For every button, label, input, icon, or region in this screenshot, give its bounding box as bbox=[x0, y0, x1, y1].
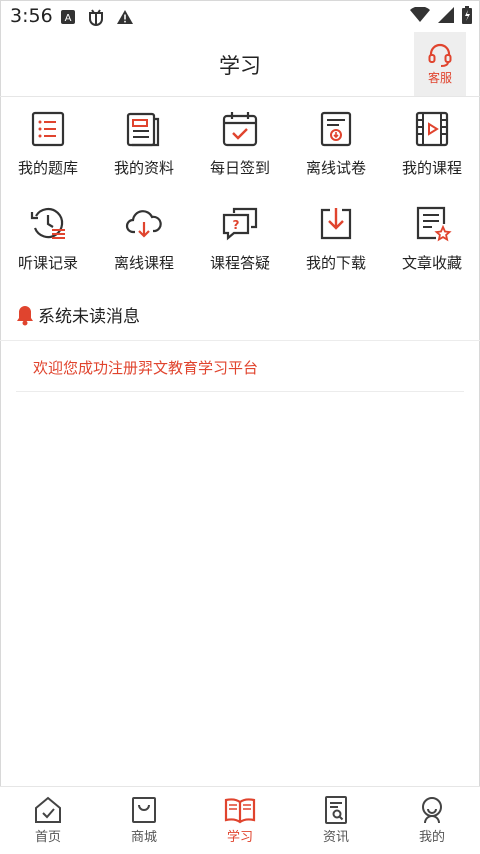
tab-shop[interactable]: 商城 bbox=[96, 787, 192, 854]
materials-icon bbox=[126, 112, 160, 147]
svg-text:?: ? bbox=[233, 218, 240, 232]
headset-icon bbox=[428, 43, 452, 67]
grid-label: 课程答疑 bbox=[209, 254, 270, 272]
grid-item-course-qa[interactable]: ? 课程答疑 bbox=[192, 192, 288, 287]
customer-service-button[interactable]: 客服 bbox=[414, 32, 466, 96]
grid-label: 离线试卷 bbox=[305, 159, 366, 177]
unread-messages-header: 系统未读消息 bbox=[0, 298, 480, 341]
bottom-tab-bar: 首页 商城 学习 资讯 我的 bbox=[0, 786, 480, 854]
calendar-check-icon bbox=[222, 112, 258, 147]
app-header: 学习 客服 bbox=[0, 32, 480, 97]
message-text: 欢迎您成功注册羿文教育学习平台 bbox=[33, 359, 259, 377]
status-time: 3:56 bbox=[10, 5, 53, 27]
bell-icon bbox=[17, 306, 33, 326]
cloud-download-icon bbox=[125, 210, 162, 238]
tab-label: 我的 bbox=[418, 830, 445, 845]
tab-news[interactable]: 资讯 bbox=[288, 787, 384, 854]
grid-label: 听课记录 bbox=[17, 254, 78, 272]
study-function-grid: 我的题库 我的资料 每日签到 离线试卷 我的课程 听课记录 离线课程 ? 课程答… bbox=[0, 97, 480, 287]
tab-home[interactable]: 首页 bbox=[0, 787, 96, 854]
unread-messages-title: 系统未读消息 bbox=[38, 307, 140, 327]
wifi-icon bbox=[410, 7, 430, 22]
svg-text:A: A bbox=[65, 13, 72, 24]
grid-item-offline-courses[interactable]: 离线课程 bbox=[96, 192, 192, 287]
tab-study[interactable]: 学习 bbox=[192, 787, 288, 854]
grid-label: 每日签到 bbox=[209, 159, 270, 177]
history-icon bbox=[30, 207, 65, 239]
grid-label: 我的下载 bbox=[305, 254, 366, 272]
grid-item-materials[interactable]: 我的资料 bbox=[96, 97, 192, 192]
qa-chat-icon: ? bbox=[222, 207, 258, 241]
message-list-item[interactable]: 欢迎您成功注册羿文教育学习平台 bbox=[16, 341, 464, 392]
tab-label: 资讯 bbox=[322, 830, 349, 845]
bug-icon bbox=[89, 9, 103, 26]
grid-item-question-bank[interactable]: 我的题库 bbox=[0, 97, 96, 192]
home-icon bbox=[35, 796, 61, 823]
tab-label: 商城 bbox=[130, 830, 157, 845]
grid-item-listening-history[interactable]: 听课记录 bbox=[0, 192, 96, 287]
grid-item-daily-checkin[interactable]: 每日签到 bbox=[192, 97, 288, 192]
grid-label: 我的题库 bbox=[17, 159, 78, 177]
grid-item-offline-paper[interactable]: 离线试卷 bbox=[288, 97, 384, 192]
profile-icon bbox=[422, 797, 442, 824]
grid-label: 文章收藏 bbox=[401, 254, 462, 272]
offline-paper-icon bbox=[320, 111, 352, 147]
tab-label: 学习 bbox=[226, 830, 253, 845]
page-title: 学习 bbox=[219, 54, 261, 78]
shop-bag-icon bbox=[132, 797, 156, 823]
warning-icon bbox=[117, 10, 133, 24]
grid-label: 离线课程 bbox=[113, 254, 174, 272]
a-icon: A bbox=[61, 10, 75, 24]
customer-service-label: 客服 bbox=[427, 71, 452, 85]
tab-label: 首页 bbox=[34, 830, 61, 845]
question-bank-icon bbox=[31, 111, 65, 147]
grid-label: 我的课程 bbox=[401, 159, 462, 177]
battery-icon bbox=[462, 6, 472, 24]
download-icon bbox=[320, 208, 352, 240]
tab-profile[interactable]: 我的 bbox=[384, 787, 480, 854]
signal-icon bbox=[438, 7, 454, 23]
status-bar: 3:56 A bbox=[0, 0, 480, 32]
grid-item-my-downloads[interactable]: 我的下载 bbox=[288, 192, 384, 287]
book-icon bbox=[224, 798, 256, 824]
course-video-icon bbox=[415, 111, 449, 147]
news-icon bbox=[325, 796, 347, 824]
grid-item-article-favorites[interactable]: 文章收藏 bbox=[384, 192, 480, 287]
grid-item-my-courses[interactable]: 我的课程 bbox=[384, 97, 480, 192]
article-star-icon bbox=[416, 206, 452, 242]
grid-label: 我的资料 bbox=[113, 159, 174, 177]
